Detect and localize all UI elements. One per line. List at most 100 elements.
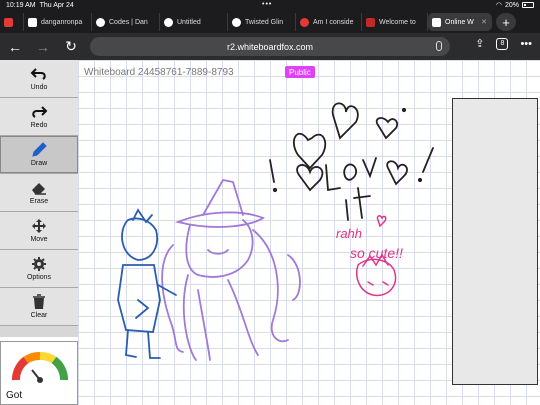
eyes <box>367 281 389 286</box>
letter-stroke <box>325 164 341 192</box>
tab-1[interactable] <box>0 13 24 31</box>
hat-top <box>202 178 244 216</box>
rating-gauge-icon <box>12 352 68 383</box>
heart-shape <box>376 215 387 228</box>
letter-stroke <box>362 157 377 179</box>
browser-toolbar: ← → ↻ r2.whiteboardfox.com ⇪ 8 ••• <box>0 33 540 60</box>
tentacle <box>182 274 197 361</box>
heart-shape <box>331 102 359 140</box>
trash-icon <box>33 294 45 309</box>
feedback-widget[interactable]: Got <box>0 341 78 405</box>
tab-title: Am I conside <box>313 18 354 26</box>
status-time: 10:19 AM <box>6 2 36 9</box>
detail <box>135 299 150 319</box>
tab-favicon-icon <box>96 17 105 27</box>
exclaim-dot <box>417 177 423 183</box>
new-tab-button[interactable]: + <box>496 13 516 31</box>
exclaim-line <box>422 147 434 173</box>
tab-favicon-icon <box>164 17 173 27</box>
exclaim-line <box>269 159 275 183</box>
heart-shape <box>386 160 408 186</box>
tentacle <box>287 254 301 301</box>
tab-title: danganronpa <box>41 18 83 26</box>
tab-7[interactable]: Welcome to <box>362 13 428 31</box>
letter-stroke <box>343 163 357 181</box>
tab-title: Welcome to <box>379 18 416 26</box>
tentacle <box>252 229 289 343</box>
sketch-text-cute: so cute!! <box>350 245 403 261</box>
redo-label: Redo <box>30 122 48 129</box>
tab-title: Twisted Glin <box>245 18 284 26</box>
tab-favicon-icon <box>432 17 441 27</box>
options-label: Options <box>26 274 52 281</box>
forward-button[interactable]: → <box>32 39 54 55</box>
tab-favicon-icon <box>232 17 241 27</box>
tool-sidebar: Undo Redo Draw Erase Move Options Clear <box>0 60 78 337</box>
reload-button[interactable]: ↻ <box>60 38 82 55</box>
redo-button[interactable]: Redo <box>0 98 78 136</box>
clear-label: Clear <box>30 312 48 319</box>
tentacle <box>161 244 184 353</box>
tentacle <box>197 289 211 361</box>
tab-favicon-icon <box>4 17 13 27</box>
wifi-icon: ◠ <box>495 2 502 9</box>
draw-label: Draw <box>30 160 48 167</box>
close-icon[interactable]: ✕ <box>481 18 487 26</box>
tab-bar: danganronpa Codes | Dan Untitled Twisted… <box>0 11 540 33</box>
draw-button[interactable]: Draw <box>0 136 78 174</box>
tab-4[interactable]: Untitled <box>160 13 228 31</box>
tab-title: Online W <box>445 18 474 26</box>
move-label: Move <box>30 236 48 243</box>
tab-5[interactable]: Twisted Glin <box>228 13 296 31</box>
status-date: Thu Apr 24 <box>39 2 74 9</box>
battery-percent: 20% <box>504 1 519 9</box>
tab-6[interactable]: Am I conside <box>296 13 362 31</box>
sketch-text-rahh: rahh <box>336 226 362 241</box>
mouth <box>207 249 229 255</box>
tentacle <box>227 279 259 356</box>
back-button[interactable]: ← <box>4 39 26 55</box>
whiteboard-page: Whiteboard 24458761-7889-8793 Public rah… <box>0 60 540 405</box>
eraser-icon <box>32 183 46 195</box>
head-outline <box>185 219 254 278</box>
undo-label: Undo <box>30 84 48 91</box>
status-bar: 10:19 AM Thu Apr 24 ••• ◠ 20% <box>0 0 540 11</box>
battery-icon <box>522 2 534 8</box>
heart-shape <box>375 117 399 140</box>
multitask-dots[interactable]: ••• <box>262 1 272 8</box>
erase-button[interactable]: Erase <box>0 174 78 212</box>
tab-3[interactable]: Codes | Dan <box>92 13 160 31</box>
erase-label: Erase <box>29 198 49 205</box>
address-bar[interactable]: r2.whiteboardfox.com <box>90 37 450 56</box>
side-panel[interactable] <box>452 98 538 385</box>
tab-8-active[interactable]: Online W ✕ <box>428 13 492 31</box>
tab-favicon-icon <box>28 17 37 27</box>
url-text: r2.whiteboardfox.com <box>226 41 314 52</box>
body-outline <box>117 264 161 333</box>
move-icon <box>32 219 46 233</box>
move-button[interactable]: Move <box>0 212 78 250</box>
share-icon[interactable]: ⇪ <box>475 37 484 50</box>
legs <box>125 329 161 359</box>
options-button[interactable]: Options <box>0 250 78 288</box>
more-menu-button[interactable]: ••• <box>520 38 532 50</box>
head-outline <box>121 217 158 261</box>
feedback-label: Got <box>6 390 23 401</box>
purple-figure <box>161 178 301 361</box>
mic-icon[interactable] <box>436 41 442 51</box>
dot <box>401 107 407 113</box>
clear-button[interactable]: Clear <box>0 288 78 326</box>
tab-title: Codes | Dan <box>109 18 148 26</box>
exclaim-dot <box>272 187 278 193</box>
tab-favicon-icon <box>366 17 375 27</box>
letter-stroke <box>353 187 371 219</box>
redo-icon <box>32 106 48 118</box>
tab-count-button[interactable]: 8 <box>496 37 509 50</box>
arm <box>157 284 177 296</box>
heart-shape <box>293 133 327 170</box>
undo-icon <box>30 68 46 80</box>
gear-icon <box>32 257 46 271</box>
undo-button[interactable]: Undo <box>0 60 78 98</box>
black-doodles <box>269 102 434 221</box>
tab-2[interactable]: danganronpa <box>24 13 92 31</box>
